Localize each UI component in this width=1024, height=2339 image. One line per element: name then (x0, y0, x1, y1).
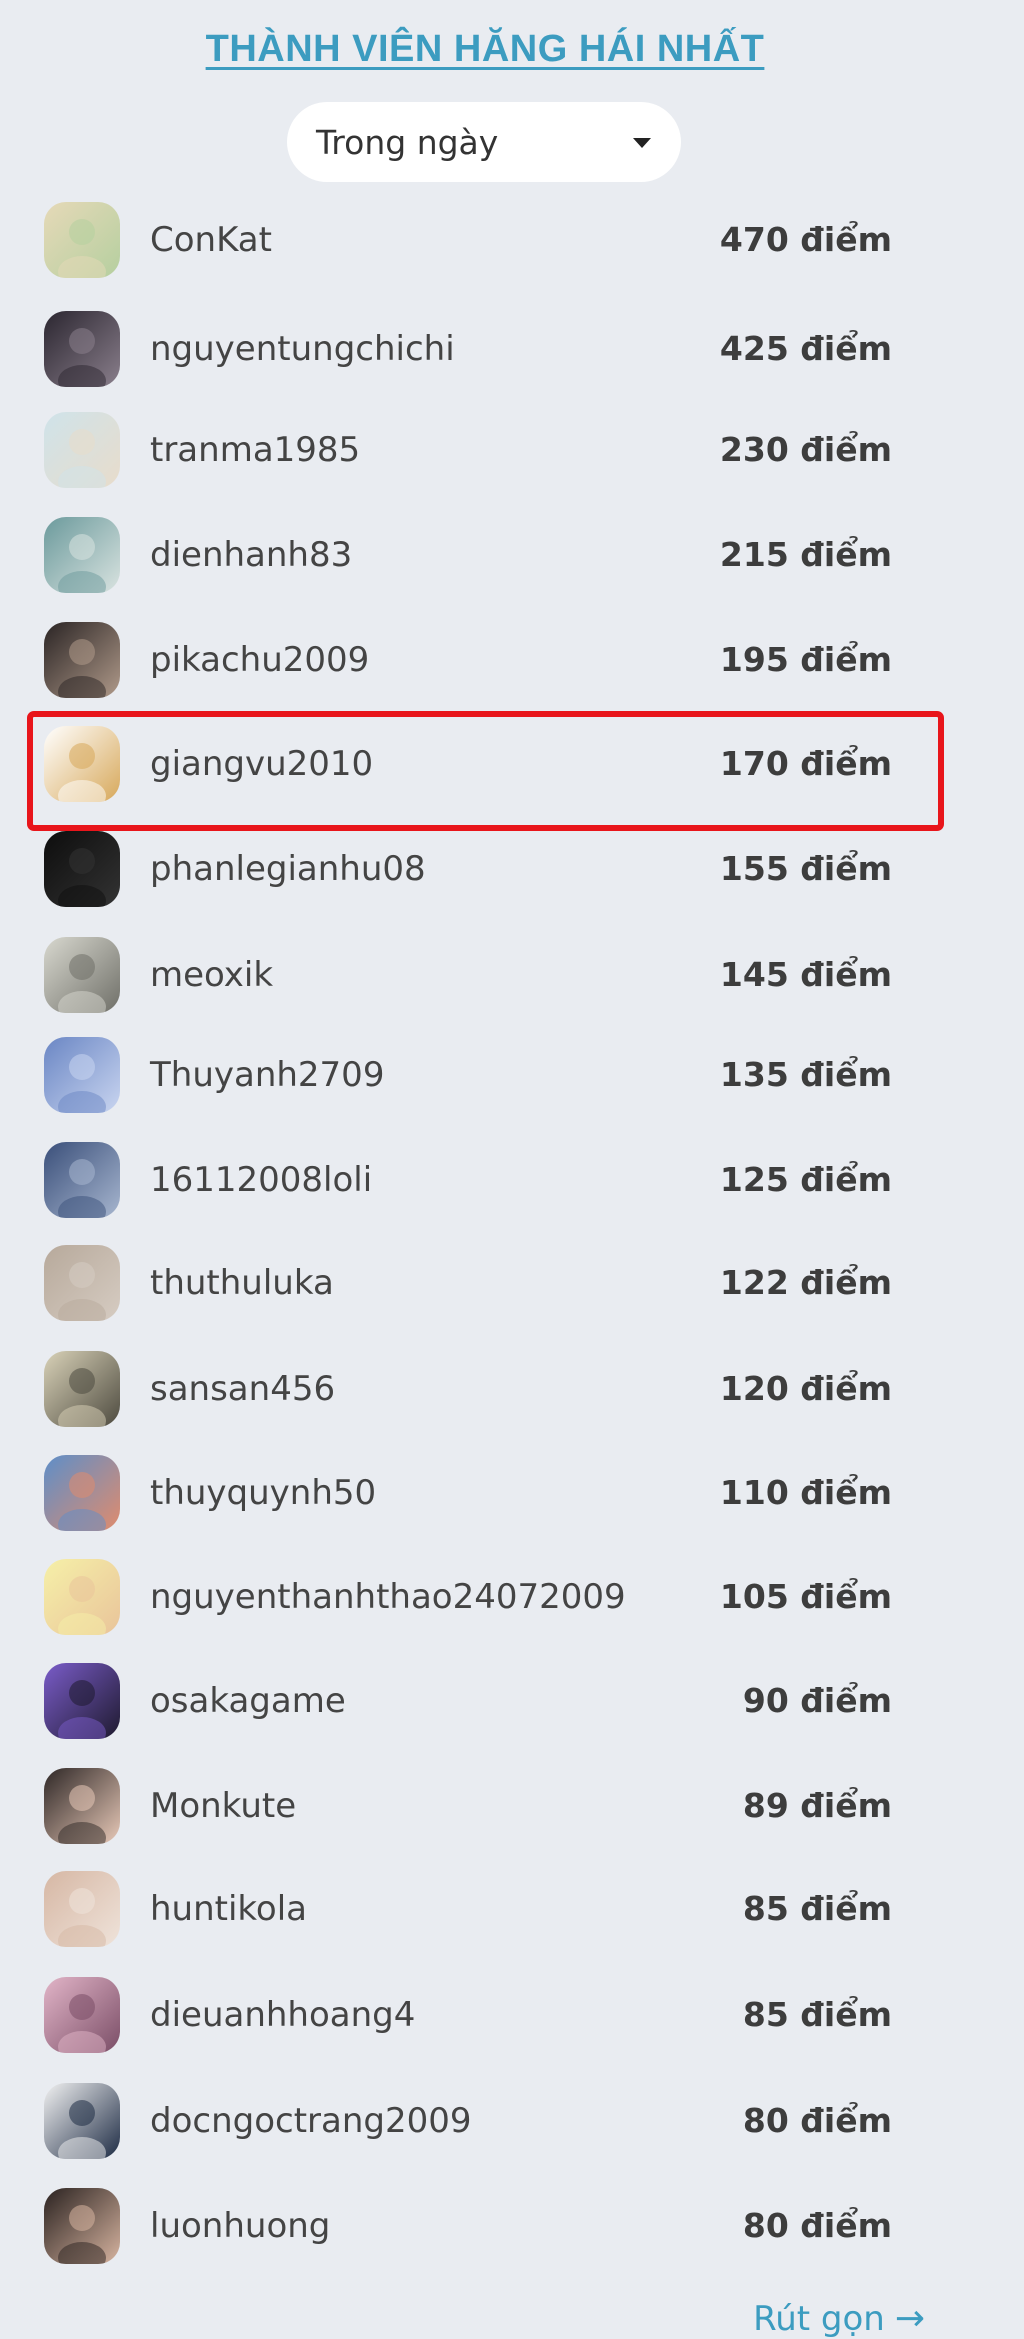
avatar[interactable] (44, 1037, 120, 1113)
member-score: 80 điểm (742, 2206, 892, 2245)
member-username[interactable]: thuyquynh50 (150, 1453, 376, 1533)
member-row[interactable]: meoxik 145 điểm (0, 935, 1024, 1015)
avatar[interactable] (44, 2083, 120, 2159)
avatar[interactable] (44, 622, 120, 698)
member-score: 155 điểm (719, 849, 892, 888)
avatar[interactable] (44, 202, 120, 278)
caret-down-icon (633, 138, 651, 148)
member-username[interactable]: nguyenthanhthao24072009 (150, 1557, 626, 1637)
member-username[interactable]: docngoctrang2009 (150, 2081, 472, 2161)
member-row[interactable]: thuthuluka 122 điểm (0, 1243, 1024, 1323)
member-row[interactable]: thuyquynh50 110 điểm (0, 1453, 1024, 1533)
member-row[interactable]: osakagame 90 điểm (0, 1661, 1024, 1741)
member-row[interactable]: Monkute 89 điểm (0, 1766, 1024, 1846)
member-score: 195 điểm (719, 640, 892, 679)
member-row[interactable]: dieuanhhoang4 85 điểm (0, 1975, 1024, 2055)
member-row[interactable]: sansan456 120 điểm (0, 1349, 1024, 1429)
member-score: 89 điểm (742, 1786, 892, 1825)
member-username[interactable]: osakagame (150, 1661, 346, 1741)
member-row[interactable]: pikachu2009 195 điểm (0, 620, 1024, 700)
member-row[interactable]: Thuyanh2709 135 điểm (0, 1035, 1024, 1115)
member-row[interactable]: nguyenthanhthao24072009 105 điểm (0, 1557, 1024, 1637)
active-members-widget: THÀNH VIÊN HĂNG HÁI NHẤT Trong ngày ConK… (0, 0, 1024, 2339)
avatar[interactable] (44, 2188, 120, 2264)
member-score: 110 điểm (719, 1473, 892, 1512)
member-score: 125 điểm (719, 1160, 892, 1199)
avatar[interactable] (44, 937, 120, 1013)
period-filter-dropdown[interactable]: Trong ngày (287, 102, 681, 182)
member-score: 80 điểm (742, 2101, 892, 2140)
avatar[interactable] (44, 726, 120, 802)
member-username[interactable]: tranma1985 (150, 410, 360, 490)
member-username[interactable]: nguyentungchichi (150, 309, 455, 389)
member-score: 170 điểm (719, 744, 892, 783)
member-score: 145 điểm (719, 955, 892, 994)
collapse-link[interactable]: Rút gọn → (753, 2298, 925, 2339)
member-username[interactable]: 16112008loli (150, 1140, 372, 1220)
member-username[interactable]: phanlegianhu08 (150, 829, 426, 909)
member-username[interactable]: ConKat (150, 200, 272, 280)
member-username[interactable]: dieuanhhoang4 (150, 1975, 415, 2055)
member-username[interactable]: Monkute (150, 1766, 296, 1846)
member-score: 425 điểm (719, 329, 892, 368)
member-row[interactable]: docngoctrang2009 80 điểm (0, 2081, 1024, 2161)
member-username[interactable]: huntikola (150, 1869, 307, 1949)
member-row[interactable]: dienhanh83 215 điểm (0, 515, 1024, 595)
member-score: 120 điểm (719, 1369, 892, 1408)
member-username[interactable]: Thuyanh2709 (150, 1035, 384, 1115)
member-score: 135 điểm (719, 1055, 892, 1094)
member-score: 122 điểm (719, 1263, 892, 1302)
member-row[interactable]: tranma1985 230 điểm (0, 410, 1024, 490)
member-username[interactable]: thuthuluka (150, 1243, 334, 1323)
member-row[interactable]: 16112008loli 125 điểm (0, 1140, 1024, 1220)
avatar[interactable] (44, 1559, 120, 1635)
avatar[interactable] (44, 311, 120, 387)
avatar[interactable] (44, 1455, 120, 1531)
member-username[interactable]: luonhuong (150, 2186, 330, 2266)
member-score: 215 điểm (719, 535, 892, 574)
member-row[interactable]: giangvu2010 170 điểm (0, 724, 1024, 804)
member-row[interactable]: phanlegianhu08 155 điểm (0, 829, 1024, 909)
avatar[interactable] (44, 1977, 120, 2053)
avatar[interactable] (44, 1351, 120, 1427)
avatar[interactable] (44, 1142, 120, 1218)
member-score: 470 điểm (719, 220, 892, 259)
avatar[interactable] (44, 1768, 120, 1844)
member-row[interactable]: ConKat 470 điểm (0, 200, 1024, 280)
avatar[interactable] (44, 1245, 120, 1321)
collapse-label: Rút gọn (753, 2298, 885, 2339)
member-username[interactable]: sansan456 (150, 1349, 335, 1429)
member-username[interactable]: giangvu2010 (150, 724, 373, 804)
avatar[interactable] (44, 1871, 120, 1947)
member-score: 105 điểm (719, 1577, 892, 1616)
avatar[interactable] (44, 517, 120, 593)
member-score: 85 điểm (742, 1995, 892, 2034)
member-row[interactable]: nguyentungchichi 425 điểm (0, 309, 1024, 389)
member-username[interactable]: meoxik (150, 935, 273, 1015)
arrow-right-icon: → (894, 2298, 925, 2339)
avatar[interactable] (44, 831, 120, 907)
member-username[interactable]: pikachu2009 (150, 620, 369, 700)
period-filter-label: Trong ngày (316, 122, 499, 162)
widget-title[interactable]: THÀNH VIÊN HĂNG HÁI NHẤT (0, 28, 970, 71)
avatar[interactable] (44, 412, 120, 488)
member-username[interactable]: dienhanh83 (150, 515, 352, 595)
member-row[interactable]: huntikola 85 điểm (0, 1869, 1024, 1949)
member-score: 90 điểm (742, 1681, 892, 1720)
member-score: 85 điểm (742, 1889, 892, 1928)
avatar[interactable] (44, 1663, 120, 1739)
member-row[interactable]: luonhuong 80 điểm (0, 2186, 1024, 2266)
member-score: 230 điểm (719, 430, 892, 469)
